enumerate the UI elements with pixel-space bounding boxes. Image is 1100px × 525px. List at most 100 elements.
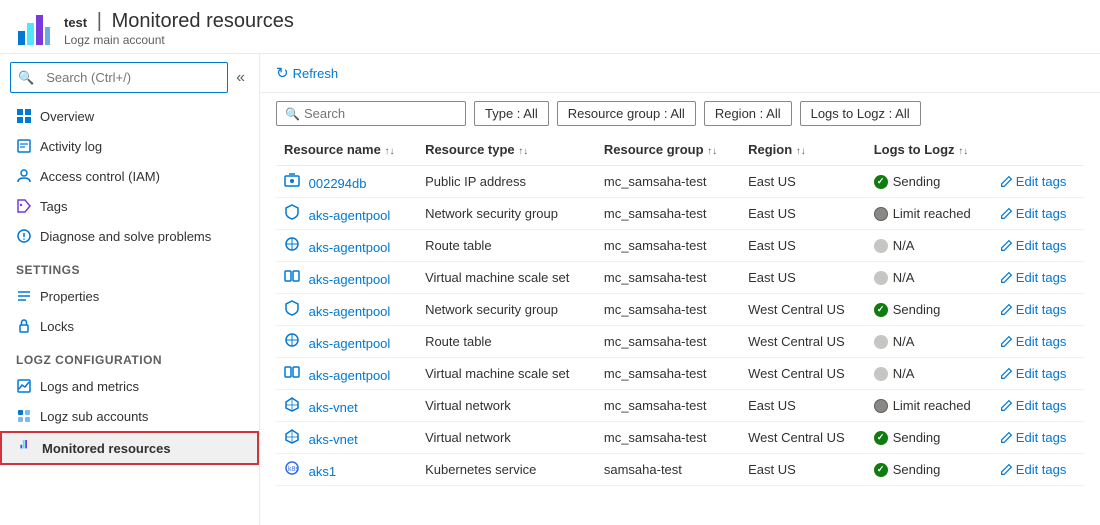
activity-icon <box>16 138 32 154</box>
col-logs-to-logz[interactable]: Logs to Logz ↑↓ <box>866 134 992 166</box>
cell-resource-type-0: Public IP address <box>417 166 596 198</box>
edit-icon-2 <box>1000 239 1013 252</box>
search-input[interactable] <box>304 106 457 121</box>
edit-tags-button-0[interactable]: Edit tags <box>1000 174 1067 189</box>
edit-tags-button-2[interactable]: Edit tags <box>1000 238 1067 253</box>
edit-tags-button-5[interactable]: Edit tags <box>1000 334 1067 349</box>
cell-resource-group-0: mc_samsaha-test <box>596 166 740 198</box>
resource-name-link-3[interactable]: aks-agentpool <box>309 272 391 287</box>
status-dot-sending <box>874 175 888 189</box>
monitored-icon <box>18 440 34 456</box>
type-filter[interactable]: Type : All <box>474 101 549 126</box>
sidebar-item-overview[interactable]: Overview <box>0 101 259 131</box>
sidebar-search-input[interactable] <box>38 66 220 89</box>
col-resource-name[interactable]: Resource name ↑↓ <box>276 134 417 166</box>
search-box-icon: 🔍 <box>285 107 300 121</box>
table-row: 002294db Public IP address mc_samsaha-te… <box>276 166 1084 198</box>
diagnose-icon <box>16 228 32 244</box>
col-resource-type[interactable]: Resource type ↑↓ <box>417 134 596 166</box>
cell-resource-group-5: mc_samsaha-test <box>596 326 740 358</box>
resource-name-link-4[interactable]: aks-agentpool <box>309 304 391 319</box>
resource-name-link-9[interactable]: aks1 <box>309 464 336 479</box>
edit-tags-button-7[interactable]: Edit tags <box>1000 398 1067 413</box>
refresh-button[interactable]: ↻ Refresh <box>276 64 338 82</box>
cell-resource-type-5: Route table <box>417 326 596 358</box>
cell-resource-type-4: Network security group <box>417 294 596 326</box>
region-filter[interactable]: Region : All <box>704 101 792 126</box>
sidebar-item-activity-log[interactable]: Activity log <box>0 131 259 161</box>
table-row: k8s aks1 Kubernetes service samsaha-test… <box>276 454 1084 486</box>
resource-name-link-5[interactable]: aks-agentpool <box>309 336 391 351</box>
sidebar-item-logs-metrics[interactable]: Logs and metrics <box>0 371 259 401</box>
sidebar-item-monitored-resources[interactable]: Monitored resources <box>0 431 259 465</box>
resource-name-link-2[interactable]: aks-agentpool <box>309 240 391 255</box>
edit-tags-button-9[interactable]: Edit tags <box>1000 462 1067 477</box>
table-row: aks-agentpool Virtual machine scale set … <box>276 262 1084 294</box>
sidebar-item-tags[interactable]: Tags <box>0 191 259 221</box>
status-dot-na <box>874 367 888 381</box>
sidebar-item-diagnose[interactable]: Diagnose and solve problems <box>0 221 259 251</box>
col-actions <box>992 134 1084 166</box>
status-dot-limit <box>874 207 888 221</box>
resource-group-filter[interactable]: Resource group : All <box>557 101 696 126</box>
cell-resource-name-1: aks-agentpool <box>276 198 417 230</box>
cell-logs-status-1: Limit reached <box>866 198 992 230</box>
edit-icon-3 <box>1000 271 1013 284</box>
cell-resource-type-9: Kubernetes service <box>417 454 596 486</box>
table-row: aks-agentpool Network security group mc_… <box>276 198 1084 230</box>
overview-icon <box>16 108 32 124</box>
col-region[interactable]: Region ↑↓ <box>740 134 866 166</box>
sidebar-item-locks[interactable]: Locks <box>0 311 259 341</box>
resource-type-icon-7 <box>284 400 300 415</box>
logs-to-logz-filter[interactable]: Logs to Logz : All <box>800 101 921 126</box>
logs-status-text-5: N/A <box>893 334 915 349</box>
cell-resource-type-3: Virtual machine scale set <box>417 262 596 294</box>
edit-tags-button-3[interactable]: Edit tags <box>1000 270 1067 285</box>
resource-type-icon-8 <box>284 432 300 447</box>
edit-icon-8 <box>1000 431 1013 444</box>
edit-tags-button-1[interactable]: Edit tags <box>1000 206 1067 221</box>
cell-resource-type-6: Virtual machine scale set <box>417 358 596 390</box>
status-dot-limit <box>874 399 888 413</box>
cell-resource-type-1: Network security group <box>417 198 596 230</box>
search-icon: 🔍 <box>18 70 34 86</box>
status-dot-sending <box>874 463 888 477</box>
table-row: aks-agentpool Route table mc_samsaha-tes… <box>276 230 1084 262</box>
logz-sub-icon <box>16 408 32 424</box>
cell-resource-group-4: mc_samsaha-test <box>596 294 740 326</box>
cell-logs-status-9: Sending <box>866 454 992 486</box>
cell-logs-status-8: Sending <box>866 422 992 454</box>
logs-status-text-1: Limit reached <box>893 206 971 221</box>
resource-name-link-1[interactable]: aks-agentpool <box>309 208 391 223</box>
content-toolbar: ↻ Refresh <box>260 54 1100 93</box>
resource-name-link-7[interactable]: aks-vnet <box>309 400 358 415</box>
col-resource-group[interactable]: Resource group ↑↓ <box>596 134 740 166</box>
sidebar-collapse-button[interactable]: « <box>232 65 249 91</box>
cell-resource-name-4: aks-agentpool <box>276 294 417 326</box>
top-header: test | Monitored resources Logz main acc… <box>0 0 1100 54</box>
cell-edit-tags-9: Edit tags <box>992 454 1084 486</box>
sidebar-item-properties[interactable]: Properties <box>0 281 259 311</box>
sidebar-item-logz-sub[interactable]: Logz sub accounts <box>0 401 259 431</box>
resource-name-link-8[interactable]: aks-vnet <box>309 432 358 447</box>
cell-edit-tags-6: Edit tags <box>992 358 1084 390</box>
cell-resource-group-6: mc_samsaha-test <box>596 358 740 390</box>
logs-status-text-7: Limit reached <box>893 398 971 413</box>
sidebar-item-access-control[interactable]: Access control (IAM) <box>0 161 259 191</box>
resource-name-link-6[interactable]: aks-agentpool <box>309 368 391 383</box>
cell-logs-status-2: N/A <box>866 230 992 262</box>
cell-resource-name-5: aks-agentpool <box>276 326 417 358</box>
status-dot-na <box>874 271 888 285</box>
edit-tags-button-6[interactable]: Edit tags <box>1000 366 1067 381</box>
edit-tags-button-4[interactable]: Edit tags <box>1000 302 1067 317</box>
logs-status-text-3: N/A <box>893 270 915 285</box>
resource-name-link-0[interactable]: 002294db <box>309 176 367 191</box>
cell-region-9: East US <box>740 454 866 486</box>
search-box[interactable]: 🔍 <box>276 101 466 126</box>
settings-section-label: Settings <box>0 251 259 281</box>
cell-region-7: East US <box>740 390 866 422</box>
sidebar-item-label: Access control (IAM) <box>40 169 160 184</box>
edit-tags-button-8[interactable]: Edit tags <box>1000 430 1067 445</box>
cell-resource-name-2: aks-agentpool <box>276 230 417 262</box>
table-row: aks-agentpool Virtual machine scale set … <box>276 358 1084 390</box>
